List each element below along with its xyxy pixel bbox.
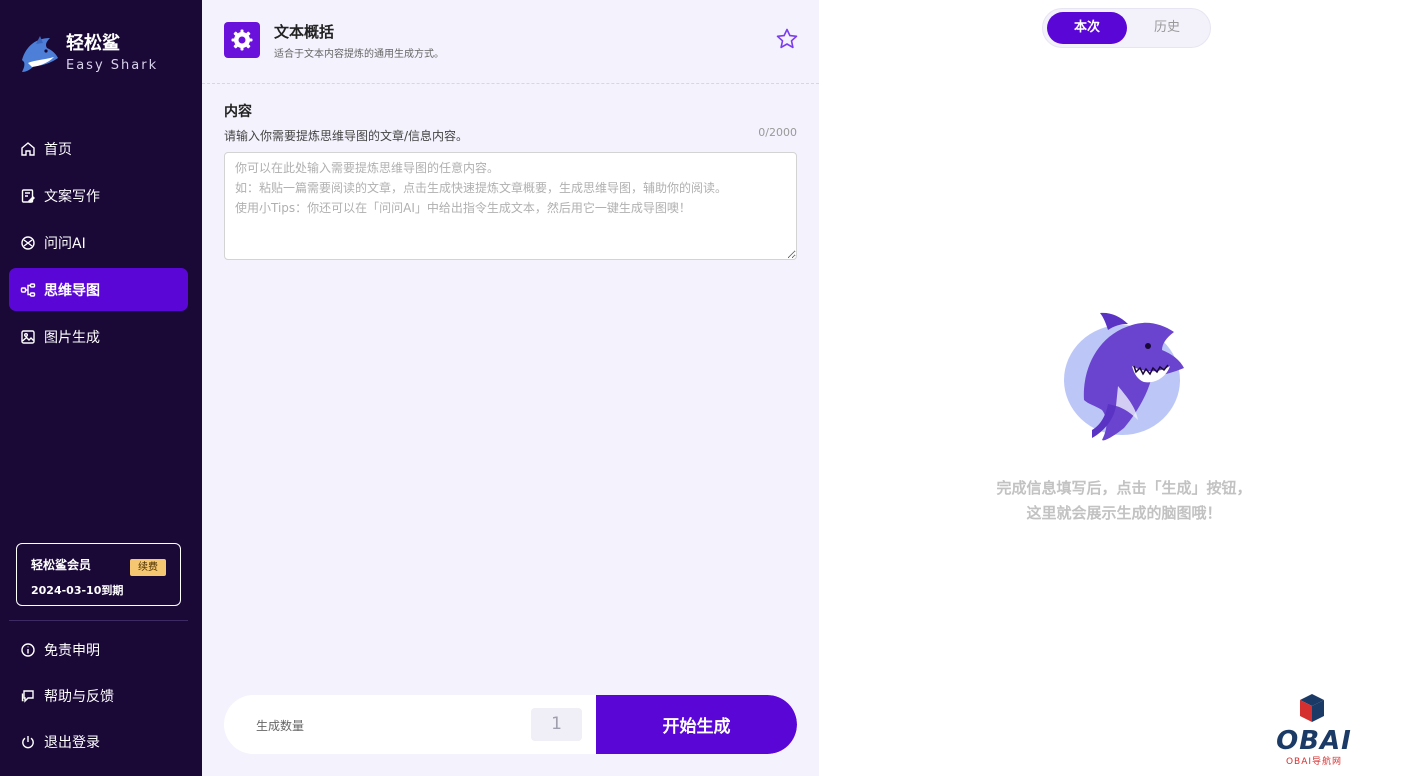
app-root: 轻松鲨 Easy Shark 首页 文案写作 问问AI 思维导图 图片生成 轻松…: [0, 0, 1420, 776]
nav-item-label: 帮助与反馈: [44, 688, 114, 705]
generate-bar: 生成数量 1 开始生成: [224, 695, 797, 754]
favorite-star-icon[interactable]: [775, 27, 799, 51]
membership-card: 轻松鲨会员 2024-03-10到期 续费: [16, 543, 181, 606]
membership-expiry: 2024-03-10到期: [31, 584, 124, 597]
quantity-input[interactable]: 1: [531, 708, 582, 741]
nav-item-help-feedback[interactable]: 帮助与反馈: [9, 674, 188, 717]
power-icon: [20, 734, 36, 750]
document-edit-icon: [20, 188, 36, 204]
nav-item-copywriting[interactable]: 文案写作: [9, 174, 188, 217]
tool-description: 适合于文本内容提炼的通用生成方式。: [274, 48, 444, 60]
nav-item-mindmap[interactable]: 思维导图: [9, 268, 188, 311]
renew-button[interactable]: 续费: [130, 559, 166, 576]
result-tabs: 本次 历史: [1042, 8, 1211, 48]
nav-item-label: 文案写作: [44, 188, 100, 205]
header-divider: [202, 83, 819, 84]
watermark-text: OBAI: [1276, 726, 1352, 756]
nav-item-label: 免责申明: [44, 642, 100, 659]
form-panel: 文本概括 适合于文本内容提炼的通用生成方式。 内容 请输入你需要提炼思维导图的文…: [202, 0, 819, 776]
brand-subtitle: Easy Shark: [66, 58, 159, 73]
brand[interactable]: 轻松鲨 Easy Shark: [16, 30, 158, 76]
shark-illustration-icon: [1064, 312, 1184, 441]
tab-history[interactable]: 历史: [1127, 12, 1207, 44]
home-icon: [20, 141, 36, 157]
tool-header: 文本概括 适合于文本内容提炼的通用生成方式。: [224, 20, 799, 60]
gear-icon: [224, 22, 260, 58]
nav-item-label: 思维导图: [44, 282, 100, 299]
main-nav: 首页 文案写作 问问AI 思维导图 图片生成: [9, 127, 188, 362]
empty-message-line-1: 完成信息填写后，点击「生成」按钮，: [996, 479, 1252, 497]
empty-message-line-2: 这里就会展示生成的脑图哦！: [1026, 504, 1222, 522]
shark-logo-icon: [22, 36, 58, 72]
feedback-icon: [20, 688, 36, 704]
nav-item-label: 退出登录: [44, 734, 100, 751]
nav-item-ask-ai[interactable]: 问问AI: [9, 221, 188, 264]
info-icon: [20, 642, 36, 658]
image-icon: [20, 329, 36, 345]
empty-message: 完成信息填写后，点击「生成」按钮， 这里就会展示生成的脑图哦！: [969, 476, 1279, 526]
content-label: 内容: [224, 104, 252, 120]
watermark-logo: OBAI OBAI导航网: [1264, 692, 1364, 768]
nav-item-disclaimer[interactable]: 免责申明: [9, 628, 188, 671]
bottom-nav: 免责申明 帮助与反馈 退出登录: [9, 628, 188, 766]
result-panel: 本次 历史 完成信息填写后，点击「生成」按钮， 这里就会展示生成的脑图哦！ OB…: [819, 0, 1420, 776]
mindmap-icon: [20, 282, 36, 298]
nav-item-label: 问问AI: [44, 235, 86, 252]
content-textarea[interactable]: [224, 152, 797, 260]
watermark-subtext: OBAI导航网: [1285, 757, 1343, 767]
tab-current[interactable]: 本次: [1047, 12, 1127, 44]
start-generate-button[interactable]: 开始生成: [596, 695, 797, 754]
sidebar-divider: [9, 620, 188, 621]
nav-item-image-gen[interactable]: 图片生成: [9, 315, 188, 358]
ai-chat-icon: [20, 235, 36, 251]
nav-item-label: 图片生成: [44, 329, 100, 346]
quantity-label: 生成数量: [256, 719, 305, 733]
nav-item-label: 首页: [44, 141, 72, 158]
sidebar: 轻松鲨 Easy Shark 首页 文案写作 问问AI 思维导图 图片生成 轻松…: [0, 0, 202, 776]
char-count: 0/2000: [758, 126, 797, 139]
brand-name: 轻松鲨: [66, 33, 120, 54]
content-hint: 请输入你需要提炼思维导图的文章/信息内容。: [224, 129, 469, 143]
tool-title: 文本概括: [274, 22, 335, 41]
nav-item-logout[interactable]: 退出登录: [9, 720, 188, 763]
nav-item-home[interactable]: 首页: [9, 127, 188, 170]
